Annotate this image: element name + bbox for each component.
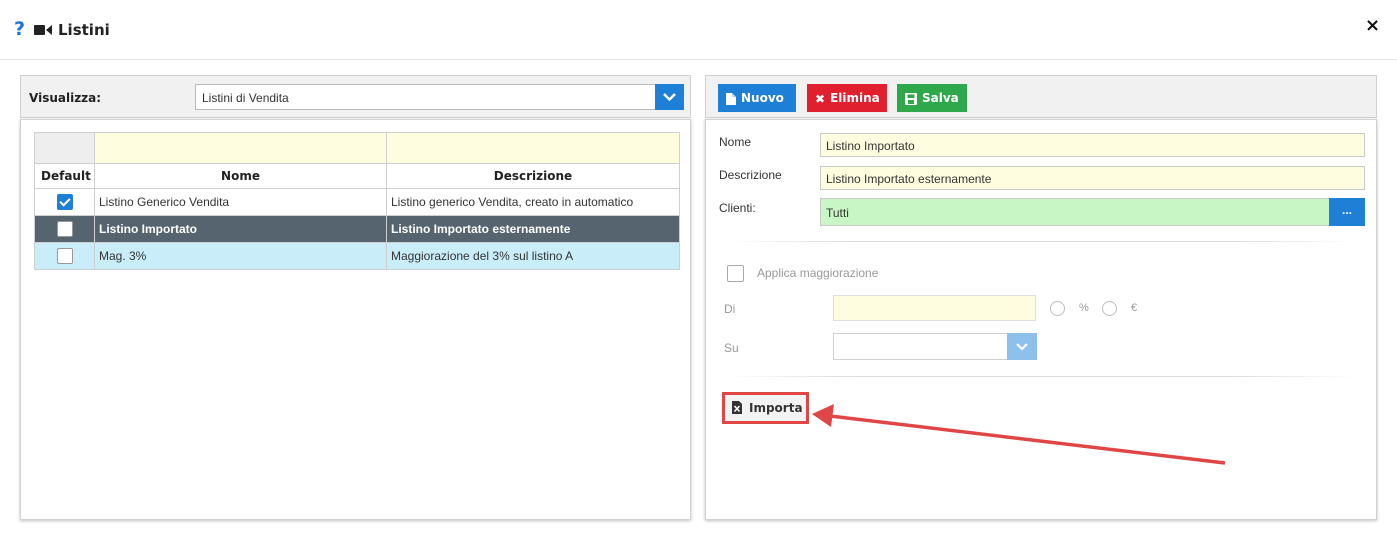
su-select[interactable] xyxy=(833,333,1037,360)
file-icon xyxy=(726,92,736,105)
close-icon[interactable]: × xyxy=(1365,15,1380,36)
filter-cell-nome[interactable] xyxy=(94,132,387,164)
default-checkbox[interactable] xyxy=(56,221,73,237)
su-label: Su xyxy=(724,341,739,355)
nome-input[interactable]: Listino Importato xyxy=(820,133,1365,157)
x-icon: ✖ xyxy=(815,91,826,106)
importa-button-label: Importa xyxy=(749,401,803,415)
percent-label: % xyxy=(1079,302,1089,314)
floppy-disk-icon xyxy=(905,92,917,105)
view-select[interactable]: Listini di Vendita xyxy=(195,84,684,110)
percent-radio[interactable] xyxy=(1050,301,1065,316)
chevron-down-icon[interactable] xyxy=(655,84,684,110)
nome-cell: Mag. 3% xyxy=(94,242,387,270)
chevron-down-icon[interactable] xyxy=(1007,333,1037,360)
descrizione-cell: Listino generico Vendita, creato in auto… xyxy=(386,188,680,216)
column-header-descrizione[interactable]: Descrizione xyxy=(386,163,680,189)
default-cell xyxy=(34,188,95,216)
new-button[interactable]: Nuovo xyxy=(718,84,796,112)
euro-radio[interactable] xyxy=(1102,301,1117,316)
filter-cell-default xyxy=(34,132,95,164)
nome-cell: Listino Importato xyxy=(94,215,387,243)
column-header-default[interactable]: Default xyxy=(34,163,95,189)
listini-list-panel: Default Nome Descrizione Listino Generic… xyxy=(20,119,691,520)
default-checkbox[interactable] xyxy=(56,194,73,210)
new-button-label: Nuovo xyxy=(741,91,784,105)
euro-label: € xyxy=(1131,302,1138,314)
default-cell xyxy=(34,215,95,243)
clienti-input[interactable]: Tutti xyxy=(820,198,1330,226)
column-header-nome[interactable]: Nome xyxy=(94,163,387,189)
clienti-label: Clienti: xyxy=(719,201,756,215)
listino-detail-panel: Nome Listino Importato Descrizione Listi… xyxy=(705,119,1377,520)
divider xyxy=(726,376,1356,377)
save-button-label: Salva xyxy=(922,91,959,105)
default-cell xyxy=(34,242,95,270)
applica-maggiorazione-label: Applica maggiorazione xyxy=(757,266,879,280)
table-row[interactable]: Mag. 3% Maggiorazione del 3% sul listino… xyxy=(34,242,680,270)
applica-maggiorazione-checkbox[interactable] xyxy=(727,265,744,282)
delete-button[interactable]: ✖ Elimina xyxy=(807,84,887,112)
header-row: Default Nome Descrizione xyxy=(34,163,680,189)
clienti-browse-button[interactable]: ... xyxy=(1329,198,1365,226)
dialog-title: Listini xyxy=(58,21,110,39)
descrizione-label: Descrizione xyxy=(719,168,782,182)
right-toolbar: Nuovo ✖ Elimina Salva xyxy=(705,75,1377,118)
filter-row xyxy=(34,132,680,164)
excel-file-icon xyxy=(732,401,742,414)
table-row[interactable]: Listino Generico Vendita Listino generic… xyxy=(34,188,680,216)
view-select-value: Listini di Vendita xyxy=(202,91,289,105)
di-label: Di xyxy=(724,302,736,316)
nome-cell: Listino Generico Vendita xyxy=(94,188,387,216)
nome-label: Nome xyxy=(719,135,752,149)
importa-button[interactable]: Importa xyxy=(722,392,809,424)
table-row-selected[interactable]: Listino Importato Listino Importato este… xyxy=(34,215,680,243)
listini-table: Default Nome Descrizione Listino Generic… xyxy=(34,132,680,270)
descrizione-cell: Maggiorazione del 3% sul listino A xyxy=(386,242,680,270)
default-checkbox[interactable] xyxy=(56,248,73,264)
video-camera-icon[interactable] xyxy=(34,24,52,36)
descrizione-input[interactable]: Listino Importato esternamente xyxy=(820,166,1365,190)
filter-cell-descrizione[interactable] xyxy=(386,132,680,164)
dialog-titlebar: ? Listini × xyxy=(0,0,1397,60)
left-panel-header: Visualizza: Listini di Vendita xyxy=(20,75,691,118)
divider xyxy=(726,241,1356,242)
descrizione-cell: Listino Importato esternamente xyxy=(386,215,680,243)
help-icon[interactable]: ? xyxy=(14,18,25,40)
view-label: Visualizza: xyxy=(29,91,102,105)
di-input[interactable] xyxy=(833,295,1036,321)
save-button[interactable]: Salva xyxy=(897,84,967,112)
delete-button-label: Elimina xyxy=(830,91,880,105)
